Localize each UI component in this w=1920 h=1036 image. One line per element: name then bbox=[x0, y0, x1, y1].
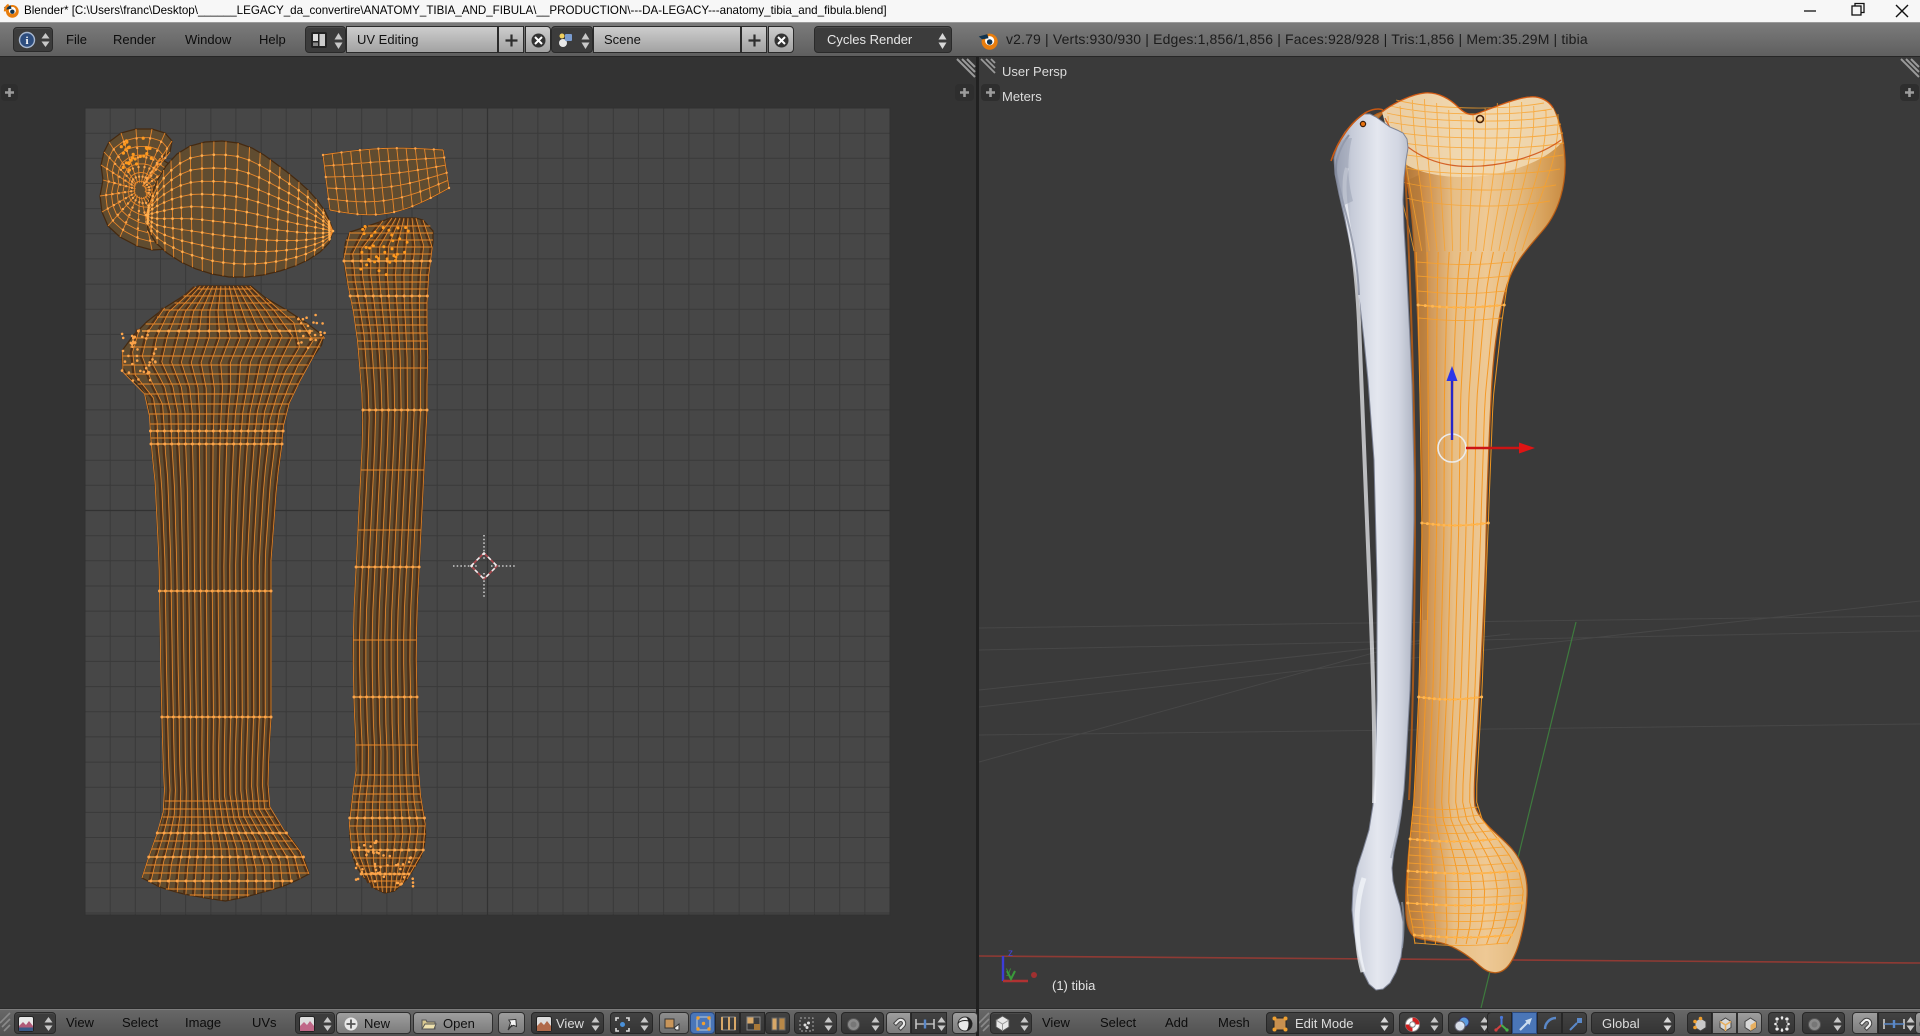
svg-text:z: z bbox=[1008, 948, 1013, 959]
svg-text:i: i bbox=[25, 35, 28, 47]
svg-text:y: y bbox=[1006, 966, 1011, 977]
